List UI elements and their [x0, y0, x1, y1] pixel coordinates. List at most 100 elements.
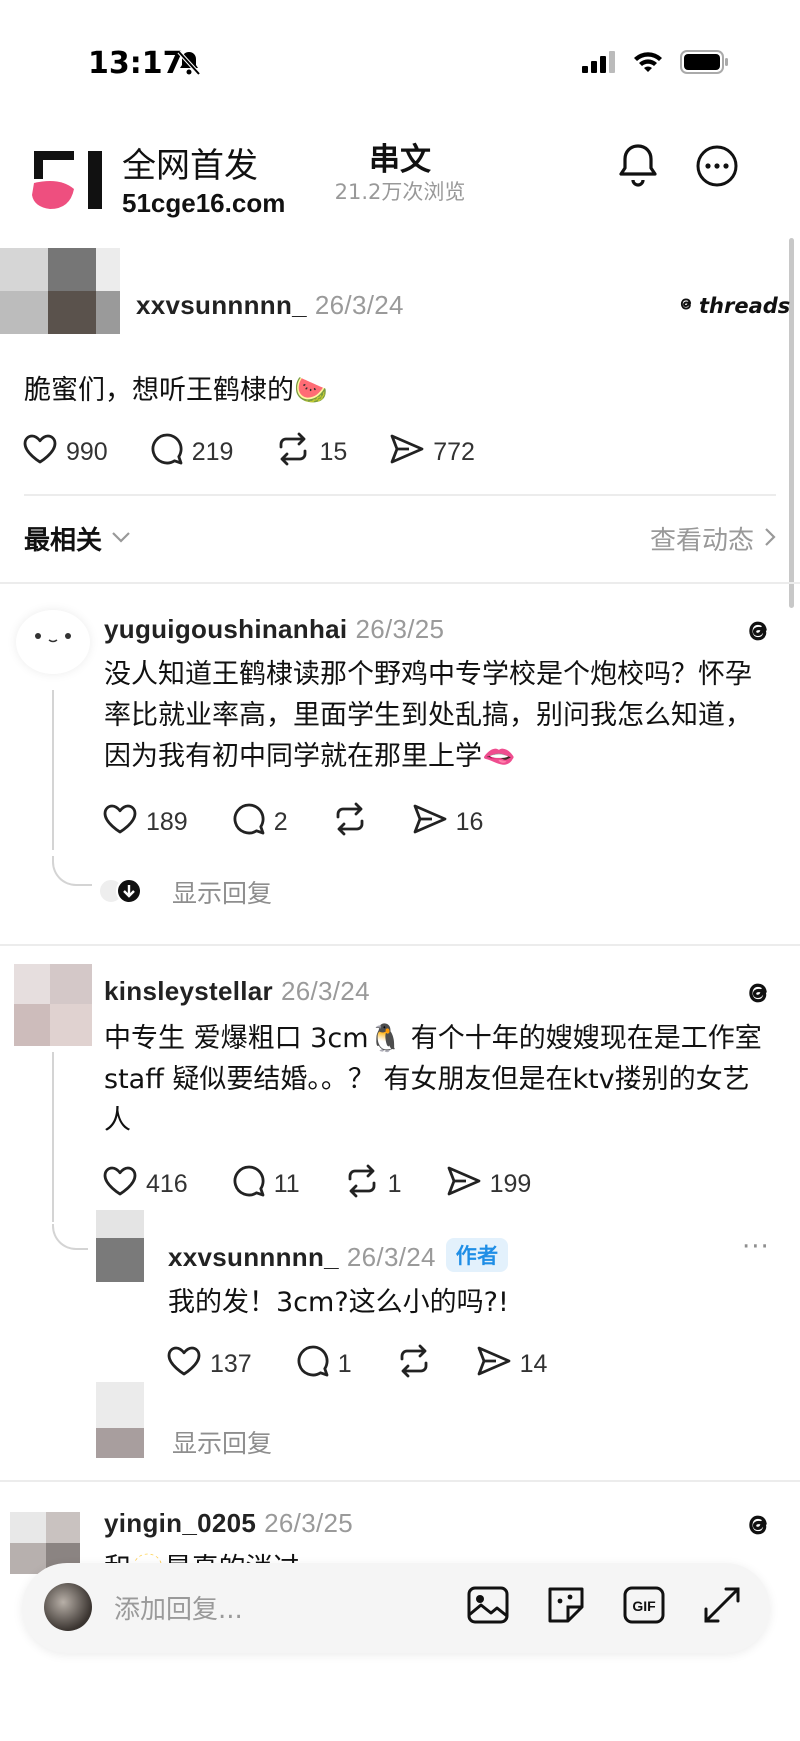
- heart-icon: [22, 433, 58, 472]
- thread-line: [52, 1052, 54, 1222]
- share-count: 199: [489, 1170, 532, 1198]
- post-text: 脆蜜们，想听王鹤棣的🍉: [24, 375, 328, 406]
- wifi-icon: [632, 50, 664, 78]
- image-icon[interactable]: [466, 1583, 510, 1631]
- repost-button[interactable]: 1: [344, 1164, 402, 1205]
- comment-icon: [150, 432, 184, 473]
- reply-text: 我的发！3cm?这么小的吗?!: [168, 1287, 509, 1318]
- page-title: 串文: [369, 142, 431, 178]
- share-button[interactable]: 16: [412, 803, 484, 842]
- show-replies-link[interactable]: 显示回复: [172, 874, 272, 910]
- like-button[interactable]: 990: [22, 433, 108, 472]
- show-replies-link[interactable]: 显示回复: [172, 1424, 272, 1460]
- bell-icon[interactable]: [616, 142, 660, 192]
- heart-icon: [166, 1345, 202, 1384]
- reply-author[interactable]: xxvsunnnnn_ 26/3/24 作者: [168, 1238, 509, 1273]
- reply-avatar-stack: [96, 1382, 144, 1458]
- avatar[interactable]: [96, 1210, 144, 1282]
- comment-author[interactable]: yuguigoushinanhai 26/3/25: [104, 614, 444, 645]
- send-icon: [476, 1345, 512, 1384]
- post-author[interactable]: xxvsunnnnn_ 26/3/24: [136, 290, 404, 321]
- comment-icon: [296, 1344, 330, 1385]
- share-button[interactable]: 772: [389, 433, 475, 472]
- battery-icon: [680, 50, 730, 78]
- repost-button[interactable]: [396, 1344, 432, 1385]
- watermark-logo: [30, 149, 108, 217]
- share-button[interactable]: 199: [446, 1165, 532, 1204]
- avatar: [44, 1583, 92, 1631]
- repost-icon: [275, 432, 311, 473]
- comment-actions: 189 2 16: [102, 802, 483, 843]
- arrow-down-icon: [118, 885, 140, 906]
- like-button[interactable]: 416: [102, 1165, 188, 1204]
- like-count: 189: [146, 808, 188, 836]
- threads-brand-label: threads: [699, 294, 791, 318]
- comment-date: 26/3/24: [280, 976, 370, 1006]
- share-button[interactable]: 14: [476, 1345, 548, 1384]
- status-time: 13:17: [88, 46, 184, 81]
- reply-more-button[interactable]: ···: [742, 1232, 770, 1262]
- bell-muted-icon: [177, 50, 201, 80]
- repost-button[interactable]: 15: [275, 432, 347, 473]
- send-icon: [412, 803, 448, 842]
- avatar[interactable]: [16, 610, 90, 674]
- reply-date: 26/3/24: [346, 1242, 436, 1272]
- threads-logo-icon[interactable]: [741, 976, 775, 1014]
- avatar[interactable]: [14, 964, 92, 1046]
- reply-avatar-stack: [98, 876, 144, 906]
- like-count: 416: [146, 1170, 188, 1198]
- repost-icon: [332, 802, 368, 843]
- author-badge: 作者: [445, 1238, 509, 1272]
- comment-author[interactable]: yingin_0205 26/3/25: [104, 1508, 353, 1539]
- share-count: 16: [455, 808, 484, 836]
- threads-logo-icon[interactable]: [741, 614, 775, 652]
- repost-icon: [396, 1344, 432, 1385]
- post-username[interactable]: xxvsunnnnn_: [136, 290, 307, 320]
- thread-line: [52, 690, 54, 850]
- threads-logo-icon[interactable]: [741, 1508, 775, 1546]
- avatar[interactable]: [0, 248, 120, 334]
- reply-composer[interactable]: 添加回复... GIF: [22, 1563, 770, 1653]
- comment-username[interactable]: yuguigoushinanhai: [104, 614, 347, 644]
- section-divider: [0, 582, 800, 584]
- reply-input[interactable]: 添加回复...: [114, 1589, 243, 1626]
- comment-divider: [0, 944, 800, 946]
- comment-author[interactable]: kinsleystellar 26/3/24: [104, 976, 370, 1007]
- comment-button[interactable]: 11: [232, 1164, 300, 1205]
- status-icons: [582, 50, 730, 78]
- heart-icon: [102, 1165, 138, 1204]
- sticker-icon[interactable]: [544, 1583, 588, 1631]
- comment-text: 没人知道王鹤棣读那个野鸡中专学校是个炮校吗？怀孕率比就业率高，里面学生到处乱搞，…: [104, 659, 752, 772]
- gif-icon[interactable]: GIF: [622, 1583, 666, 1631]
- comment-count: 2: [273, 808, 288, 836]
- sort-label: 最相关: [24, 526, 103, 556]
- sort-dropdown[interactable]: 最相关: [24, 520, 132, 557]
- comment-username[interactable]: kinsleystellar: [104, 976, 273, 1006]
- watermark-line2: 51cge16.com: [122, 188, 286, 218]
- view-activity-link[interactable]: 查看动态: [650, 520, 776, 557]
- view-count: 21.2万次浏览: [334, 180, 466, 204]
- comment-button[interactable]: 219: [150, 432, 233, 473]
- comment-username[interactable]: yingin_0205: [104, 1508, 256, 1538]
- comment-text: 中专生 爱爆粗口 3cm🐧 有个十年的嫂嫂现在是工作室staff 疑似要结婚。。…: [104, 1023, 762, 1136]
- more-options-icon[interactable]: [695, 144, 739, 192]
- post-date: 26/3/24: [314, 290, 404, 320]
- like-button[interactable]: 137: [166, 1345, 252, 1384]
- watermark: 全网首发 51cge16.com: [30, 146, 285, 220]
- like-button[interactable]: 189: [102, 803, 188, 842]
- threads-logo-icon: [676, 294, 696, 318]
- comment-divider: [0, 1480, 800, 1482]
- comment-icon: [232, 802, 266, 843]
- chevron-down-icon: [110, 529, 132, 548]
- comment-date: 26/3/25: [264, 1508, 354, 1538]
- expand-icon[interactable]: [700, 1583, 744, 1631]
- reply-username[interactable]: xxvsunnnnn_: [168, 1242, 339, 1272]
- share-count: 772: [433, 438, 475, 466]
- chevron-right-icon: [764, 527, 776, 551]
- comment-date: 26/3/25: [355, 614, 445, 644]
- send-icon: [446, 1165, 482, 1204]
- repost-button[interactable]: [332, 802, 368, 843]
- share-count: 14: [519, 1350, 548, 1378]
- comment-button[interactable]: 1: [296, 1344, 352, 1385]
- comment-button[interactable]: 2: [232, 802, 288, 843]
